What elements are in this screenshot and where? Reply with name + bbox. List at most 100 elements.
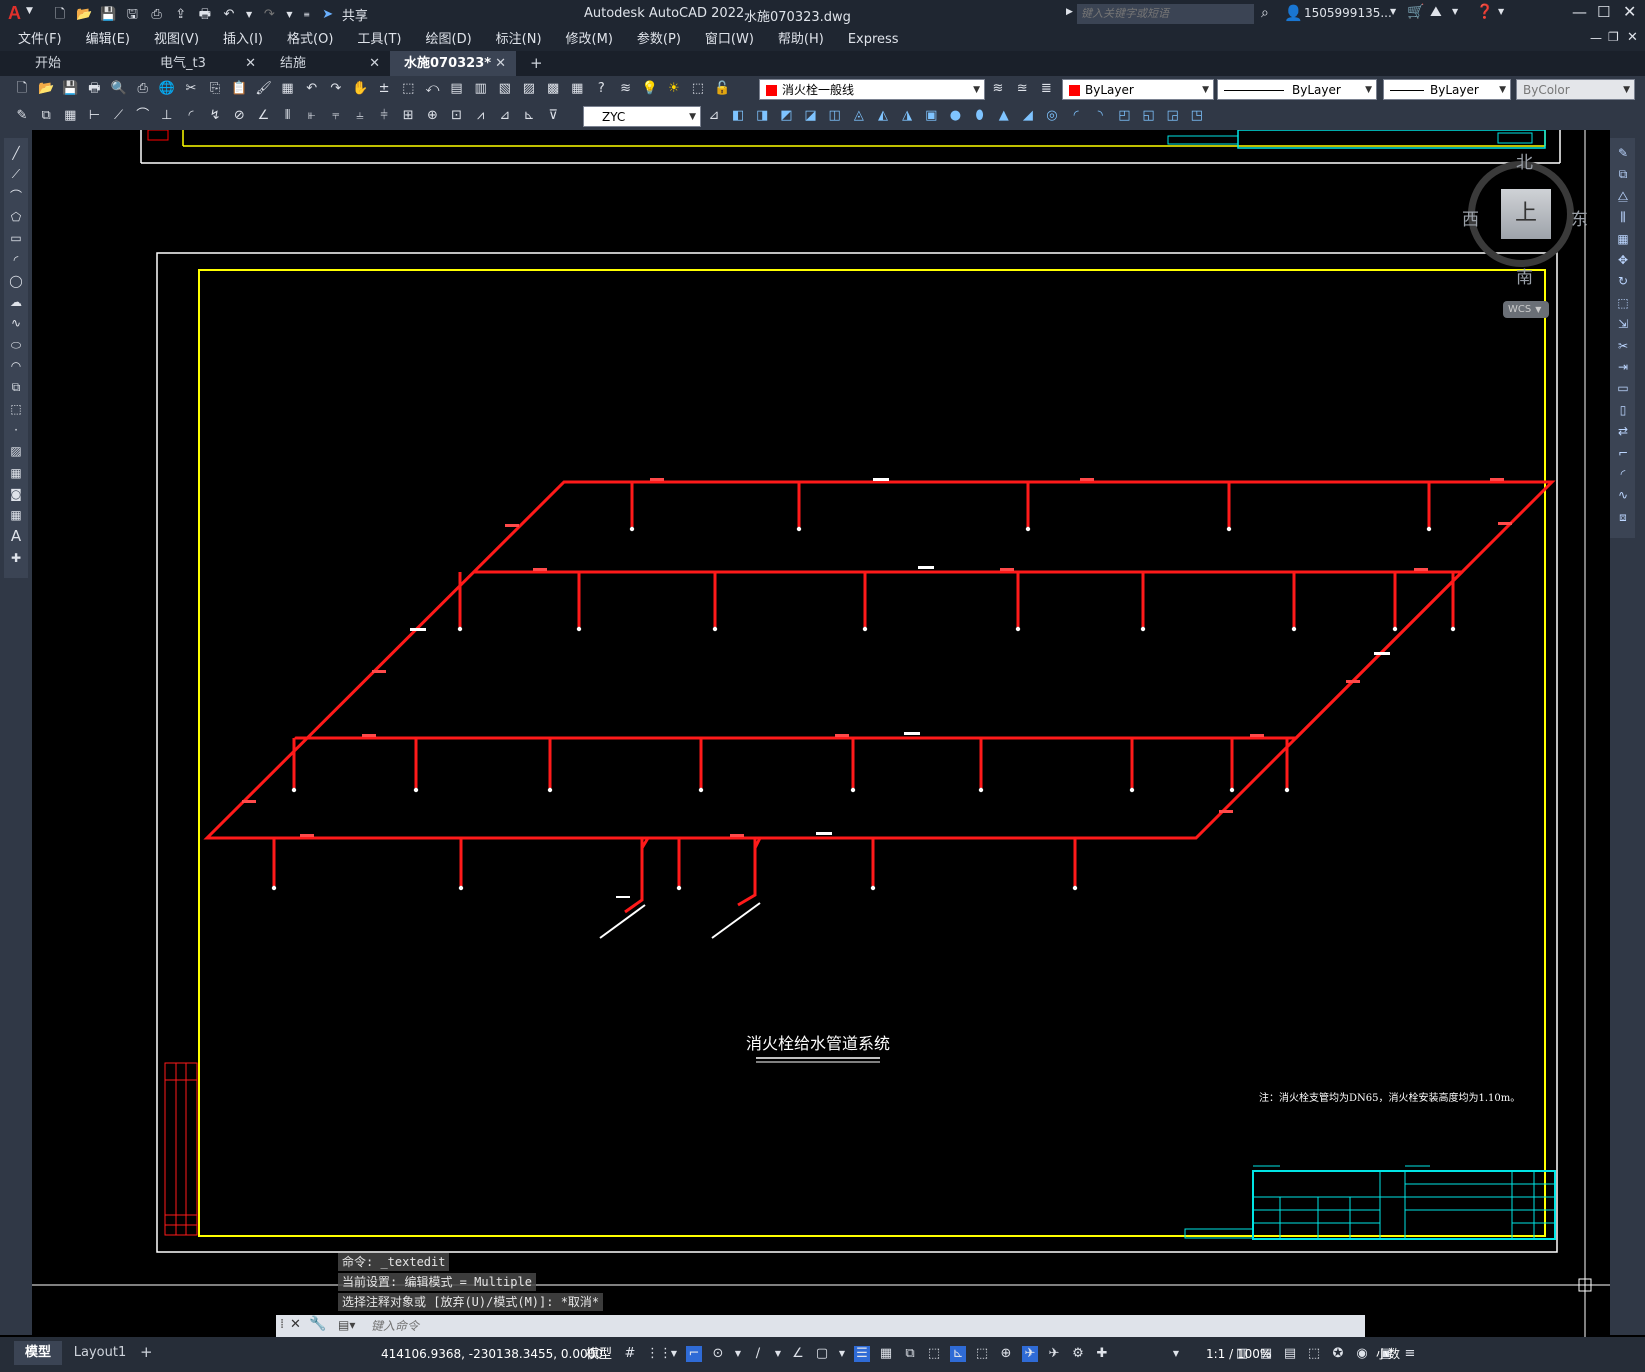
layer-state-icon[interactable]: ≣ bbox=[1038, 81, 1054, 97]
undo-icon[interactable]: ↶ bbox=[221, 7, 237, 23]
save-icon[interactable]: 💾 bbox=[100, 7, 116, 23]
gradient-icon[interactable]: ▦ bbox=[6, 464, 26, 482]
layer-freeze-icon[interactable]: ☀ bbox=[666, 81, 682, 97]
jogged-linear-icon[interactable]: ⩘ bbox=[473, 108, 489, 124]
zoom-previous-icon[interactable]: ⤺ bbox=[424, 81, 440, 97]
torus-icon[interactable]: ◎ bbox=[1044, 108, 1060, 124]
block-editor-icon[interactable]: ▦ bbox=[280, 81, 296, 97]
insert-block-icon[interactable]: ⧉ bbox=[6, 378, 26, 396]
clean-icon[interactable]: ◳ bbox=[1189, 108, 1205, 124]
snap-dropdown-icon[interactable]: ▼ bbox=[670, 1346, 678, 1362]
add-layout-button[interactable]: + bbox=[140, 1343, 153, 1361]
customize-icon[interactable]: ≡ bbox=[1402, 1346, 1418, 1362]
save-icon[interactable]: 💾 bbox=[62, 81, 78, 97]
move-icon[interactable]: ✥ bbox=[1613, 251, 1633, 269]
minimize-icon[interactable]: — bbox=[1572, 3, 1587, 21]
export-icon[interactable]: ⇪ bbox=[173, 7, 189, 23]
slice-icon[interactable]: ◬ bbox=[851, 108, 867, 124]
subtract-icon[interactable]: ◨ bbox=[754, 108, 770, 124]
a360-icon[interactable]: ⛰ bbox=[1430, 4, 1442, 20]
arc-icon[interactable]: ◜ bbox=[6, 251, 26, 269]
spline-icon[interactable]: ∿ bbox=[6, 314, 26, 332]
offset-icon[interactable]: ⫼ bbox=[1613, 208, 1633, 226]
continue-dim-icon[interactable]: ⫧ bbox=[328, 108, 344, 124]
user-dropdown-icon[interactable]: ▼ bbox=[1390, 7, 1396, 16]
sheet-set-icon[interactable]: ▨ bbox=[521, 81, 537, 97]
layer-properties-icon[interactable]: ≋ bbox=[618, 81, 634, 97]
tab-close-icon[interactable]: ✕ bbox=[245, 51, 256, 76]
viewcube-west[interactable]: 西 bbox=[1462, 205, 1479, 230]
ellipse-arc-icon[interactable]: ◠ bbox=[6, 357, 26, 375]
hatch-icon[interactable]: ▨ bbox=[6, 442, 26, 460]
layer-lock-icon[interactable]: 🔓 bbox=[714, 81, 730, 97]
selection-filter-icon[interactable]: ⬚ bbox=[974, 1346, 990, 1362]
tab-water-active[interactable]: 水施070323* ✕ bbox=[390, 51, 516, 76]
command-close-icon[interactable]: ✕ bbox=[290, 1317, 301, 1332]
menu-item[interactable]: 视图(V) bbox=[142, 28, 211, 51]
menu-item[interactable]: 参数(P) bbox=[625, 28, 693, 51]
paste-icon[interactable]: 📋 bbox=[231, 81, 247, 97]
point-icon[interactable]: · bbox=[6, 421, 26, 439]
zoom-realtime-icon[interactable]: ± bbox=[376, 81, 392, 97]
sphere-icon[interactable]: ● bbox=[947, 108, 963, 124]
center-mark-icon[interactable]: ⊕ bbox=[424, 108, 440, 124]
menu-item[interactable]: 绘图(D) bbox=[414, 28, 484, 51]
blend-curves-icon[interactable]: ∿ bbox=[1613, 486, 1633, 504]
explode-icon[interactable]: ⧈ bbox=[1613, 508, 1633, 526]
model-space-toggle[interactable]: 模型 bbox=[586, 1337, 612, 1372]
drawing-note[interactable]: 注：消火栓支管均为DN65，消火栓安装高度均为1.10m。 bbox=[1259, 1091, 1520, 1104]
extrude-icon[interactable]: ◪ bbox=[803, 108, 819, 124]
drawing-canvas[interactable]: 消火栓给水管道系统 注：消火栓支管均为DN65，消火栓安装高度均为1.10m。 bbox=[32, 130, 1610, 1337]
isodraft-dropdown-icon[interactable]: ▼ bbox=[774, 1346, 782, 1362]
layer-on-icon[interactable]: 💡 bbox=[642, 81, 658, 97]
layer-previous-icon[interactable]: ≊ bbox=[1014, 81, 1030, 97]
union-icon[interactable]: ◧ bbox=[730, 108, 746, 124]
multiline-text-icon[interactable]: A bbox=[6, 527, 26, 545]
match-properties-icon[interactable]: 🖌 bbox=[255, 81, 272, 97]
insert-block-icon[interactable]: ⧉ bbox=[38, 108, 54, 124]
rectangle-icon[interactable]: ▭ bbox=[6, 229, 26, 247]
new-tab-button[interactable]: + bbox=[530, 54, 543, 72]
maximize-icon[interactable]: ☐ bbox=[1597, 3, 1610, 21]
quick-properties-icon[interactable]: ▤ bbox=[1282, 1346, 1298, 1362]
ellipse-icon[interactable]: ⬭ bbox=[6, 336, 26, 354]
close-icon[interactable]: ✕ bbox=[1623, 2, 1636, 21]
chamfer-icon[interactable]: ⌐ bbox=[1613, 444, 1633, 462]
annotation-scale[interactable]: 1:1 / 100% bbox=[1206, 1337, 1271, 1372]
open-file-icon[interactable]: 📂 bbox=[76, 7, 92, 23]
separate-icon[interactable]: ◲ bbox=[1165, 108, 1181, 124]
add-selected-icon[interactable]: ✚ bbox=[6, 549, 26, 567]
imprint-icon[interactable]: ◱ bbox=[1141, 108, 1157, 124]
revision-cloud-icon[interactable]: ☁ bbox=[6, 293, 26, 311]
dynamic-ucs-icon[interactable]: ⊾ bbox=[950, 1346, 966, 1362]
pan-icon[interactable]: ✋ bbox=[352, 81, 368, 97]
copy-icon[interactable]: ⎘ bbox=[207, 81, 223, 97]
menu-item[interactable]: 格式(O) bbox=[275, 28, 345, 51]
publish-icon[interactable]: ⎙ bbox=[149, 7, 165, 23]
text-style-dropdown[interactable]: ZYC ▼ bbox=[583, 106, 701, 127]
undo-dropdown-icon[interactable]: ▼ bbox=[245, 7, 253, 23]
linear-dim-icon[interactable]: ⊢ bbox=[86, 108, 102, 124]
mirror-icon[interactable]: ⧋ bbox=[1613, 187, 1633, 205]
properties-icon[interactable]: ▤ bbox=[449, 81, 465, 97]
annotation-scale-icon[interactable]: ⚙ bbox=[1070, 1346, 1086, 1362]
stretch-icon[interactable]: ⇲ bbox=[1613, 315, 1633, 333]
ordinate-dim-icon[interactable]: ⊥ bbox=[159, 108, 175, 124]
command-grip-icon[interactable]: ⁞ bbox=[280, 1317, 284, 1332]
tab-layout1[interactable]: Layout1 bbox=[62, 1341, 138, 1365]
join-icon[interactable]: ⇄ bbox=[1613, 422, 1633, 440]
workspace-icon[interactable]: ✚ bbox=[1094, 1346, 1110, 1362]
plot-preview-icon[interactable]: 🔍 bbox=[111, 81, 127, 97]
box-icon[interactable]: ▣ bbox=[923, 108, 939, 124]
customize-qat-icon[interactable]: ≡ bbox=[302, 7, 312, 23]
command-input[interactable] bbox=[333, 1315, 1365, 1337]
cylinder-icon[interactable]: ⬮ bbox=[972, 108, 988, 124]
rotate-icon[interactable]: ↻ bbox=[1613, 272, 1633, 290]
command-prompt-icon[interactable]: ▤▾ bbox=[338, 1318, 355, 1332]
doc-close-icon[interactable]: ✕ bbox=[1627, 30, 1638, 45]
grid-icon[interactable]: # bbox=[622, 1346, 638, 1362]
tool-palettes-icon[interactable]: ▧ bbox=[497, 81, 513, 97]
menu-item[interactable]: 标注(N) bbox=[484, 28, 554, 51]
open-icon[interactable]: 📂 bbox=[38, 81, 54, 97]
region-icon[interactable]: ◙ bbox=[6, 485, 26, 503]
